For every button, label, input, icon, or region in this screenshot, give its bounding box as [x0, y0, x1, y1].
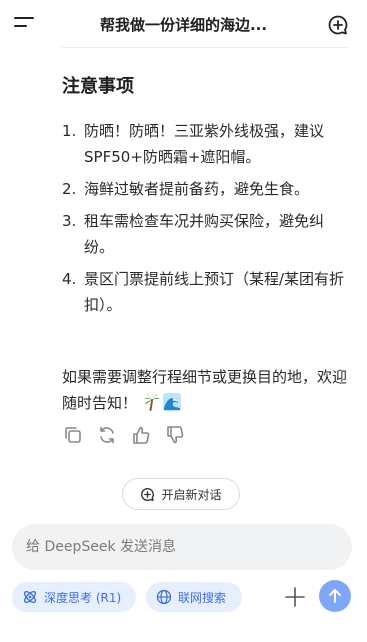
list-number: 3.	[62, 212, 77, 230]
list-text: 防晒！防晒！三亚紫外线极强，建议SPF50+防晒霜+遮阳帽。	[84, 122, 325, 166]
list-item: 3. 租车需检查车况并购买保险，避免纠纷。	[62, 208, 347, 260]
web-search-label: 联网搜索	[178, 590, 227, 605]
list-number: 4.	[62, 270, 77, 288]
closing-paragraph: 如果需要调整行程细节或更换目的地，欢迎随时告知！	[62, 364, 347, 416]
new-chat-icon[interactable]	[327, 14, 349, 36]
list-item: 1. 防晒！防晒！三亚紫外线极强，建议SPF50+防晒霜+遮阳帽。	[62, 118, 347, 170]
list-number: 2.	[62, 180, 77, 198]
notes-list: 1. 防晒！防晒！三亚紫外线极强，建议SPF50+防晒霜+遮阳帽。 2. 海鲜过…	[62, 118, 347, 324]
wave-emoji	[163, 393, 182, 411]
list-item: 2. 海鲜过敏者提前备药，避免生食。	[62, 176, 347, 202]
section-heading: 注意事项	[62, 76, 134, 97]
atom-icon	[23, 590, 37, 604]
new-chat-label: 开启新对话	[161, 487, 222, 502]
thumbs-up-icon[interactable]	[130, 424, 152, 446]
list-number: 1.	[62, 122, 77, 140]
deep-think-label: 深度思考 (R1)	[44, 590, 122, 605]
copy-icon[interactable]	[62, 424, 84, 446]
web-search-toggle[interactable]: 联网搜索	[146, 582, 242, 612]
globe-icon	[156, 589, 172, 605]
palm-tree-emoji	[144, 394, 161, 411]
new-chat-button[interactable]: 开启新对话	[122, 478, 240, 510]
message-input[interactable]	[12, 524, 352, 570]
list-text: 景区门票提前线上预订（某程/某团有折扣）。	[84, 270, 345, 314]
menu-icon[interactable]	[14, 17, 38, 33]
conversation-title[interactable]: 帮我做一份详细的海边...	[62, 14, 305, 35]
list-text: 租车需检查车况并购买保险，避免纠纷。	[84, 212, 325, 256]
send-button[interactable]	[319, 580, 351, 612]
thumbs-down-icon[interactable]	[164, 424, 186, 446]
message-composer	[12, 524, 352, 570]
arrow-up-icon	[329, 589, 341, 603]
top-bar: 帮我做一份详细的海边...	[0, 0, 367, 48]
attach-plus-icon[interactable]	[284, 586, 306, 608]
closing-text: 如果需要调整行程细节或更换目的地，欢迎随时告知！	[62, 368, 348, 412]
new-chat-icon	[141, 487, 155, 501]
regenerate-icon[interactable]	[96, 424, 118, 446]
list-item: 4. 景区门票提前线上预订（某程/某团有折扣）。	[62, 266, 347, 318]
list-text: 海鲜过敏者提前备药，避免生食。	[84, 180, 310, 198]
message-actions	[62, 424, 186, 446]
deep-think-toggle[interactable]: 深度思考 (R1)	[12, 582, 136, 612]
header-divider	[62, 47, 348, 48]
